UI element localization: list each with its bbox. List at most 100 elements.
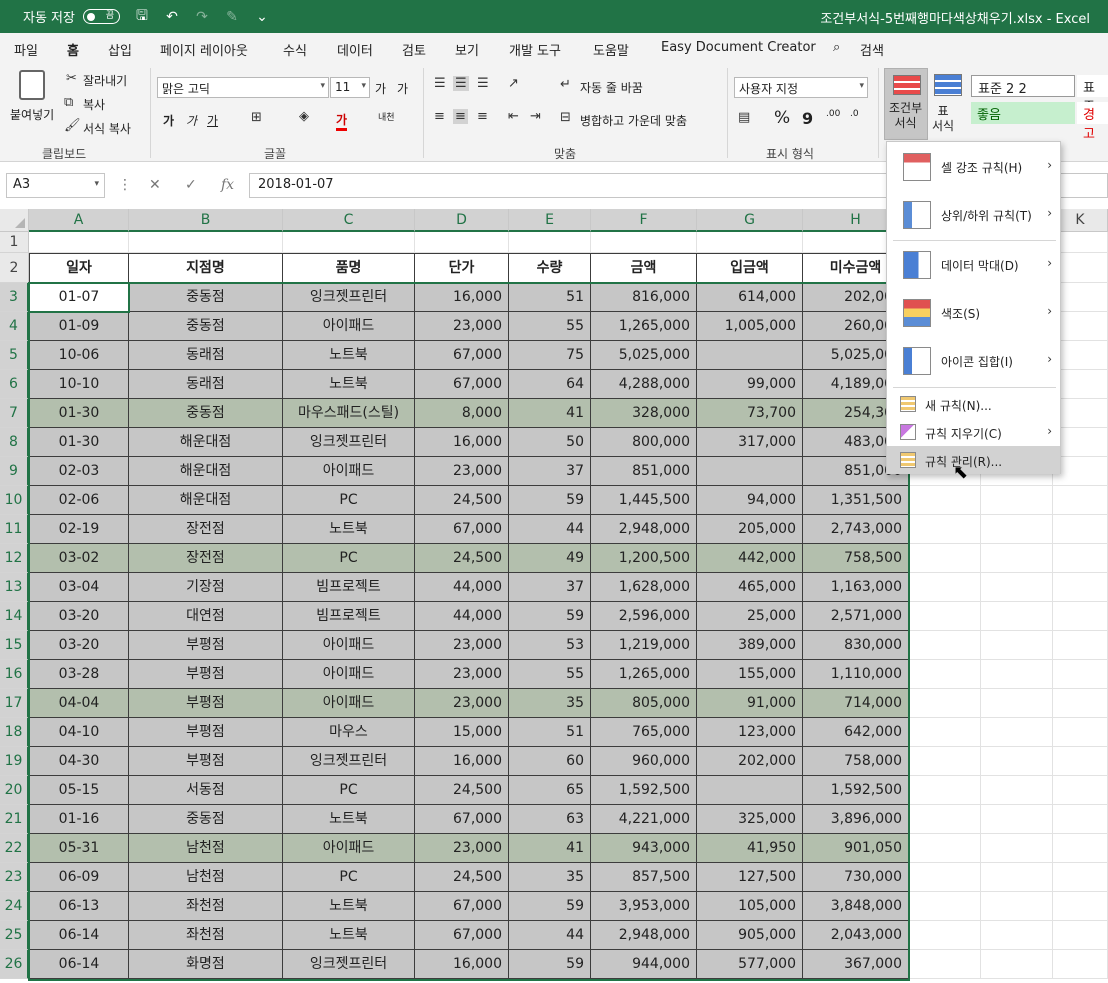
table-cell[interactable]: 노트북 xyxy=(283,370,415,399)
table-cell[interactable]: 325,000 xyxy=(697,805,803,834)
table-header-cell[interactable]: 입금액 xyxy=(697,253,803,283)
empty-cell[interactable] xyxy=(1053,370,1108,399)
increase-indent-icon[interactable]: ⇥ xyxy=(530,109,541,124)
customize-toolbar-icon[interactable]: ⌄ xyxy=(254,9,270,25)
table-cell[interactable]: 202,000 xyxy=(697,747,803,776)
table-cell[interactable]: 94,000 xyxy=(697,486,803,515)
paste-icon[interactable] xyxy=(19,70,45,100)
row-header[interactable]: 23 xyxy=(0,863,29,892)
table-cell[interactable]: 1,445,500 xyxy=(591,486,697,515)
empty-cell[interactable] xyxy=(415,232,509,253)
table-cell[interactable]: PC xyxy=(283,486,415,515)
column-header[interactable]: C xyxy=(283,209,415,232)
table-cell[interactable]: 화명점 xyxy=(129,950,283,979)
table-cell[interactable]: 35 xyxy=(509,689,591,718)
table-cell[interactable]: 03-28 xyxy=(29,660,129,689)
table-cell[interactable]: 41 xyxy=(509,399,591,428)
row-header[interactable]: 10 xyxy=(0,486,29,515)
row-header[interactable]: 15 xyxy=(0,631,29,660)
table-cell[interactable]: 아이패드 xyxy=(283,457,415,486)
table-cell[interactable]: 02-03 xyxy=(29,457,129,486)
table-cell[interactable]: 857,500 xyxy=(591,863,697,892)
table-cell[interactable]: 2,743,000 xyxy=(803,515,909,544)
percent-button[interactable]: % xyxy=(774,108,790,128)
table-cell[interactable]: 24,500 xyxy=(415,544,509,573)
table-cell[interactable]: 642,000 xyxy=(803,718,909,747)
table-cell[interactable]: 317,000 xyxy=(697,428,803,457)
table-cell[interactable]: 노트북 xyxy=(283,805,415,834)
empty-cell[interactable] xyxy=(1053,428,1108,457)
empty-cell[interactable] xyxy=(1053,515,1108,544)
empty-cell[interactable] xyxy=(981,776,1053,805)
table-cell[interactable]: 53 xyxy=(509,631,591,660)
borders-icon[interactable]: ⊞ xyxy=(251,110,262,125)
table-cell[interactable]: 1,265,000 xyxy=(591,660,697,689)
table-cell[interactable]: 44,000 xyxy=(415,602,509,631)
table-cell[interactable]: 960,000 xyxy=(591,747,697,776)
empty-cell[interactable] xyxy=(909,718,981,747)
table-cell[interactable]: 205,000 xyxy=(697,515,803,544)
align-bottom-icon[interactable]: ☰ xyxy=(477,76,489,91)
table-cell[interactable]: 44,000 xyxy=(415,573,509,602)
table-cell[interactable]: 63 xyxy=(509,805,591,834)
table-cell[interactable]: 23,000 xyxy=(415,312,509,341)
tab-formulas[interactable]: 수식 xyxy=(283,40,307,59)
table-cell[interactable]: 남천점 xyxy=(129,834,283,863)
row-header[interactable]: 18 xyxy=(0,718,29,747)
decrease-indent-icon[interactable]: ⇤ xyxy=(508,109,519,124)
table-cell[interactable]: 99,000 xyxy=(697,370,803,399)
table-cell[interactable]: 16,000 xyxy=(415,950,509,979)
empty-cell[interactable] xyxy=(909,776,981,805)
fill-color-icon[interactable]: ◈ xyxy=(299,109,309,124)
table-cell[interactable]: 06-13 xyxy=(29,892,129,921)
redo-icon[interactable]: ↷ xyxy=(194,9,210,25)
table-cell[interactable]: 1,005,000 xyxy=(697,312,803,341)
table-cell[interactable]: 01-09 xyxy=(29,312,129,341)
pen-icon[interactable]: ✎ xyxy=(224,9,240,25)
table-cell[interactable]: 좌천점 xyxy=(129,921,283,950)
row-header[interactable]: 22 xyxy=(0,834,29,863)
table-cell[interactable]: 중동점 xyxy=(129,805,283,834)
more-options-icon[interactable]: ⋮ xyxy=(118,177,132,193)
tab-view[interactable]: 보기 xyxy=(455,40,479,59)
table-cell[interactable]: 714,000 xyxy=(803,689,909,718)
table-cell[interactable]: 아이패드 xyxy=(283,312,415,341)
table-header-cell[interactable]: 금액 xyxy=(591,253,697,283)
table-cell[interactable]: 빔프로젝트 xyxy=(283,602,415,631)
table-cell[interactable]: 59 xyxy=(509,602,591,631)
format-as-table-icon[interactable] xyxy=(934,74,962,96)
table-cell[interactable]: 잉크젯프린터 xyxy=(283,428,415,457)
table-cell[interactable]: 67,000 xyxy=(415,341,509,370)
menu-color-scales[interactable]: 색조(S) › xyxy=(887,290,1060,336)
table-cell[interactable]: 아이패드 xyxy=(283,834,415,863)
row-header[interactable]: 1 xyxy=(0,232,29,253)
empty-cell[interactable] xyxy=(909,863,981,892)
table-cell[interactable]: 남천점 xyxy=(129,863,283,892)
table-cell[interactable]: 67,000 xyxy=(415,370,509,399)
table-cell[interactable]: 91,000 xyxy=(697,689,803,718)
search-label[interactable]: 검색 xyxy=(860,40,884,59)
table-cell[interactable]: 830,000 xyxy=(803,631,909,660)
select-all-corner[interactable] xyxy=(0,209,29,232)
empty-cell[interactable] xyxy=(909,631,981,660)
table-cell[interactable]: 8,000 xyxy=(415,399,509,428)
table-cell[interactable]: 3,848,000 xyxy=(803,892,909,921)
cut-icon[interactable]: ✂ xyxy=(66,71,77,86)
table-cell[interactable]: 1,351,500 xyxy=(803,486,909,515)
menu-data-bars[interactable]: 데이터 막대(D) › xyxy=(887,242,1060,288)
row-header[interactable]: 2 xyxy=(0,253,29,283)
table-cell[interactable]: 800,000 xyxy=(591,428,697,457)
table-cell[interactable]: 01-30 xyxy=(29,428,129,457)
empty-cell[interactable] xyxy=(1053,834,1108,863)
table-cell[interactable]: 2,043,000 xyxy=(803,921,909,950)
table-cell[interactable]: 02-19 xyxy=(29,515,129,544)
empty-cell[interactable] xyxy=(697,232,803,253)
table-cell[interactable]: 55 xyxy=(509,312,591,341)
empty-cell[interactable] xyxy=(981,892,1053,921)
table-cell[interactable]: 4,288,000 xyxy=(591,370,697,399)
table-cell[interactable]: 41 xyxy=(509,834,591,863)
table-cell[interactable]: 23,000 xyxy=(415,457,509,486)
empty-cell[interactable] xyxy=(909,515,981,544)
table-cell[interactable]: 65 xyxy=(509,776,591,805)
table-cell[interactable]: 943,000 xyxy=(591,834,697,863)
